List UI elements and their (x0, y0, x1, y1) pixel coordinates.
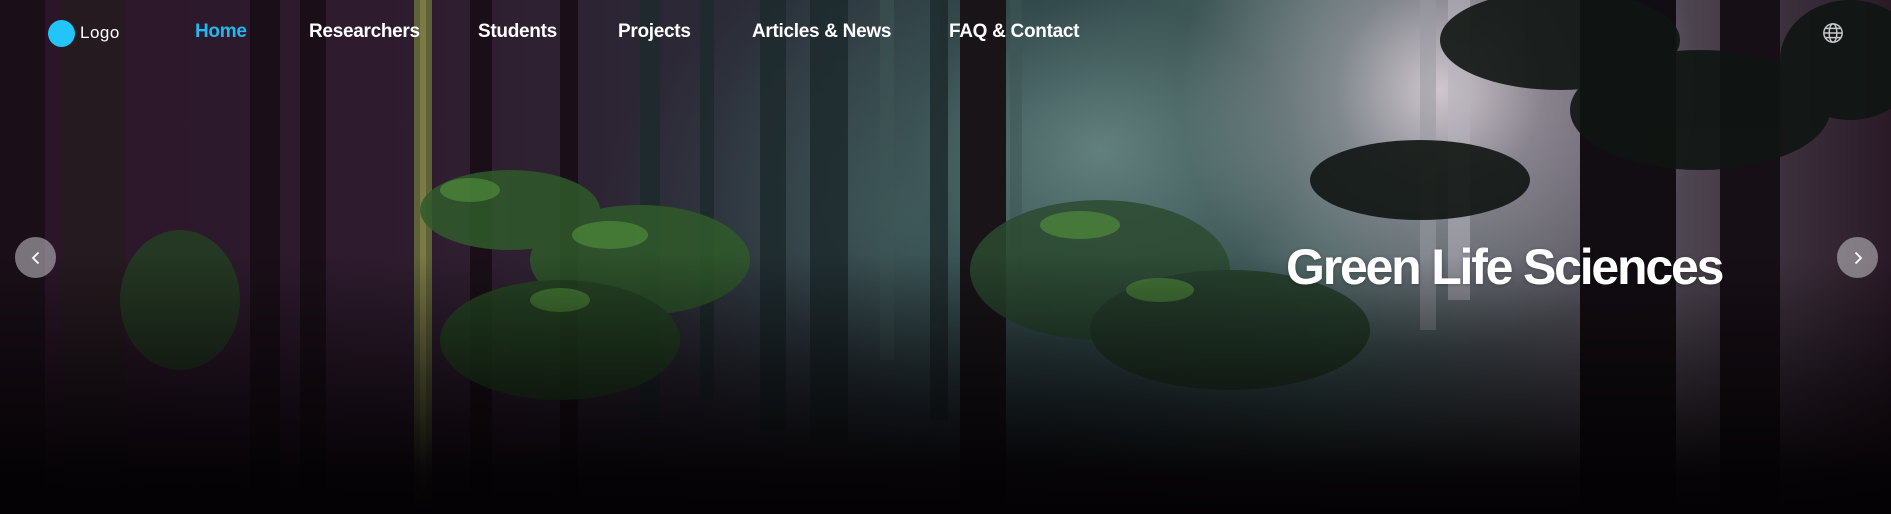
carousel-next-button[interactable] (1837, 237, 1878, 278)
top-navigation: Logo Home Researchers Students Projects … (0, 0, 1891, 66)
chevron-left-icon (31, 251, 39, 264)
hero-carousel: Logo Home Researchers Students Projects … (0, 0, 1891, 514)
nav-item-projects[interactable]: Projects (618, 21, 691, 43)
nav-item-articles-news[interactable]: Articles & News (752, 21, 891, 43)
nav-item-home[interactable]: Home (195, 21, 247, 43)
nav-item-researchers[interactable]: Researchers (309, 21, 420, 43)
chevron-right-icon (1854, 251, 1862, 264)
globe-icon[interactable] (1822, 22, 1844, 44)
hero-headline: Green Life Sciences (1286, 239, 1724, 295)
logo-text: Logo (80, 23, 120, 42)
carousel-prev-button[interactable] (15, 237, 56, 278)
nav-item-students[interactable]: Students (478, 21, 557, 43)
logo[interactable]: Logo (48, 19, 120, 47)
logo-circle-icon (48, 19, 75, 47)
nav-item-faq-contact[interactable]: FAQ & Contact (949, 21, 1079, 43)
